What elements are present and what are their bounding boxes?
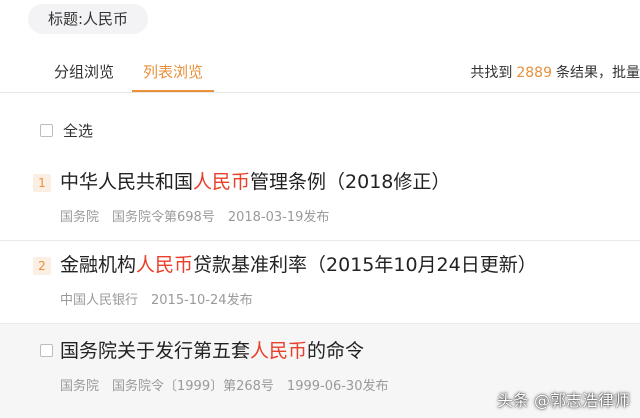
title-keyword-highlight: 人民币 bbox=[250, 340, 308, 362]
meta-issuer: 中国人民银行 bbox=[60, 293, 139, 308]
watermark: 头条 @郭志浩律师 bbox=[496, 391, 630, 410]
meta-doc-number: 国务院令第698号 bbox=[112, 210, 215, 225]
title-text: 管理条例（2018修正） bbox=[250, 171, 451, 193]
meta-date: 2015-10-24发布 bbox=[151, 293, 253, 308]
result-index-badge: 2 bbox=[33, 257, 51, 275]
meta-issuer: 国务院 bbox=[60, 210, 100, 225]
title-text: 的命令 bbox=[307, 340, 365, 362]
title-text: 国务院关于发行第五套 bbox=[60, 340, 251, 362]
result-index-badge: 1 bbox=[33, 174, 51, 192]
divider bbox=[0, 240, 640, 241]
select-all-checkbox[interactable] bbox=[40, 124, 53, 137]
result-meta: 国务院 国务院令第698号 2018-03-19发布 bbox=[60, 206, 342, 225]
result-item[interactable]: 1 中华人民共和国人民币管理条例（2018修正） 国务院 国务院令第698号 201… bbox=[0, 160, 640, 238]
tab-group-view[interactable]: 分组浏览 bbox=[54, 62, 114, 92]
select-all[interactable]: 全选 bbox=[40, 120, 93, 141]
result-count: 共找到 2889 条结果，批量 bbox=[470, 62, 640, 82]
meta-date: 1999-06-30发布 bbox=[286, 379, 389, 394]
result-title-link[interactable]: 中华人民共和国人民币管理条例（2018修正） bbox=[60, 169, 450, 195]
result-count-prefix: 共找到 bbox=[470, 65, 513, 81]
title-keyword-highlight: 人民币 bbox=[136, 254, 194, 276]
result-title-link[interactable]: 金融机构人民币贷款基准利率（2015年10月24日更新） bbox=[60, 252, 537, 278]
search-filter-chip[interactable]: 标题:人民币 bbox=[28, 4, 149, 34]
view-tabbar: 分组浏览 列表浏览 共找到 2889 条结果，批量 bbox=[0, 54, 640, 93]
result-select-checkbox[interactable] bbox=[40, 344, 53, 357]
meta-issuer: 国务院 bbox=[60, 379, 100, 394]
meta-date: 2018-03-19发布 bbox=[227, 210, 330, 225]
meta-doc-number: 国务院令〔1999〕第268号 bbox=[112, 379, 274, 394]
tab-list-view[interactable]: 列表浏览 bbox=[132, 62, 214, 92]
result-count-number: 2889 bbox=[516, 65, 552, 81]
title-text: 中华人民共和国 bbox=[60, 171, 194, 193]
title-text: 金融机构 bbox=[60, 254, 137, 276]
result-count-suffix: 条结果，批量 bbox=[556, 65, 640, 81]
result-meta: 中国人民银行 2015-10-24发布 bbox=[60, 289, 266, 308]
result-meta: 国务院 国务院令〔1999〕第268号 1999-06-30发布 bbox=[60, 375, 401, 394]
title-keyword-highlight: 人民币 bbox=[193, 171, 251, 193]
result-item[interactable]: 2 金融机构人民币贷款基准利率（2015年10月24日更新） 中国人民银行 201… bbox=[0, 243, 640, 321]
result-title-link[interactable]: 国务院关于发行第五套人民币的命令 bbox=[60, 338, 364, 364]
select-all-label: 全选 bbox=[63, 122, 94, 140]
title-text: 贷款基准利率（2015年10月24日更新） bbox=[193, 254, 537, 276]
